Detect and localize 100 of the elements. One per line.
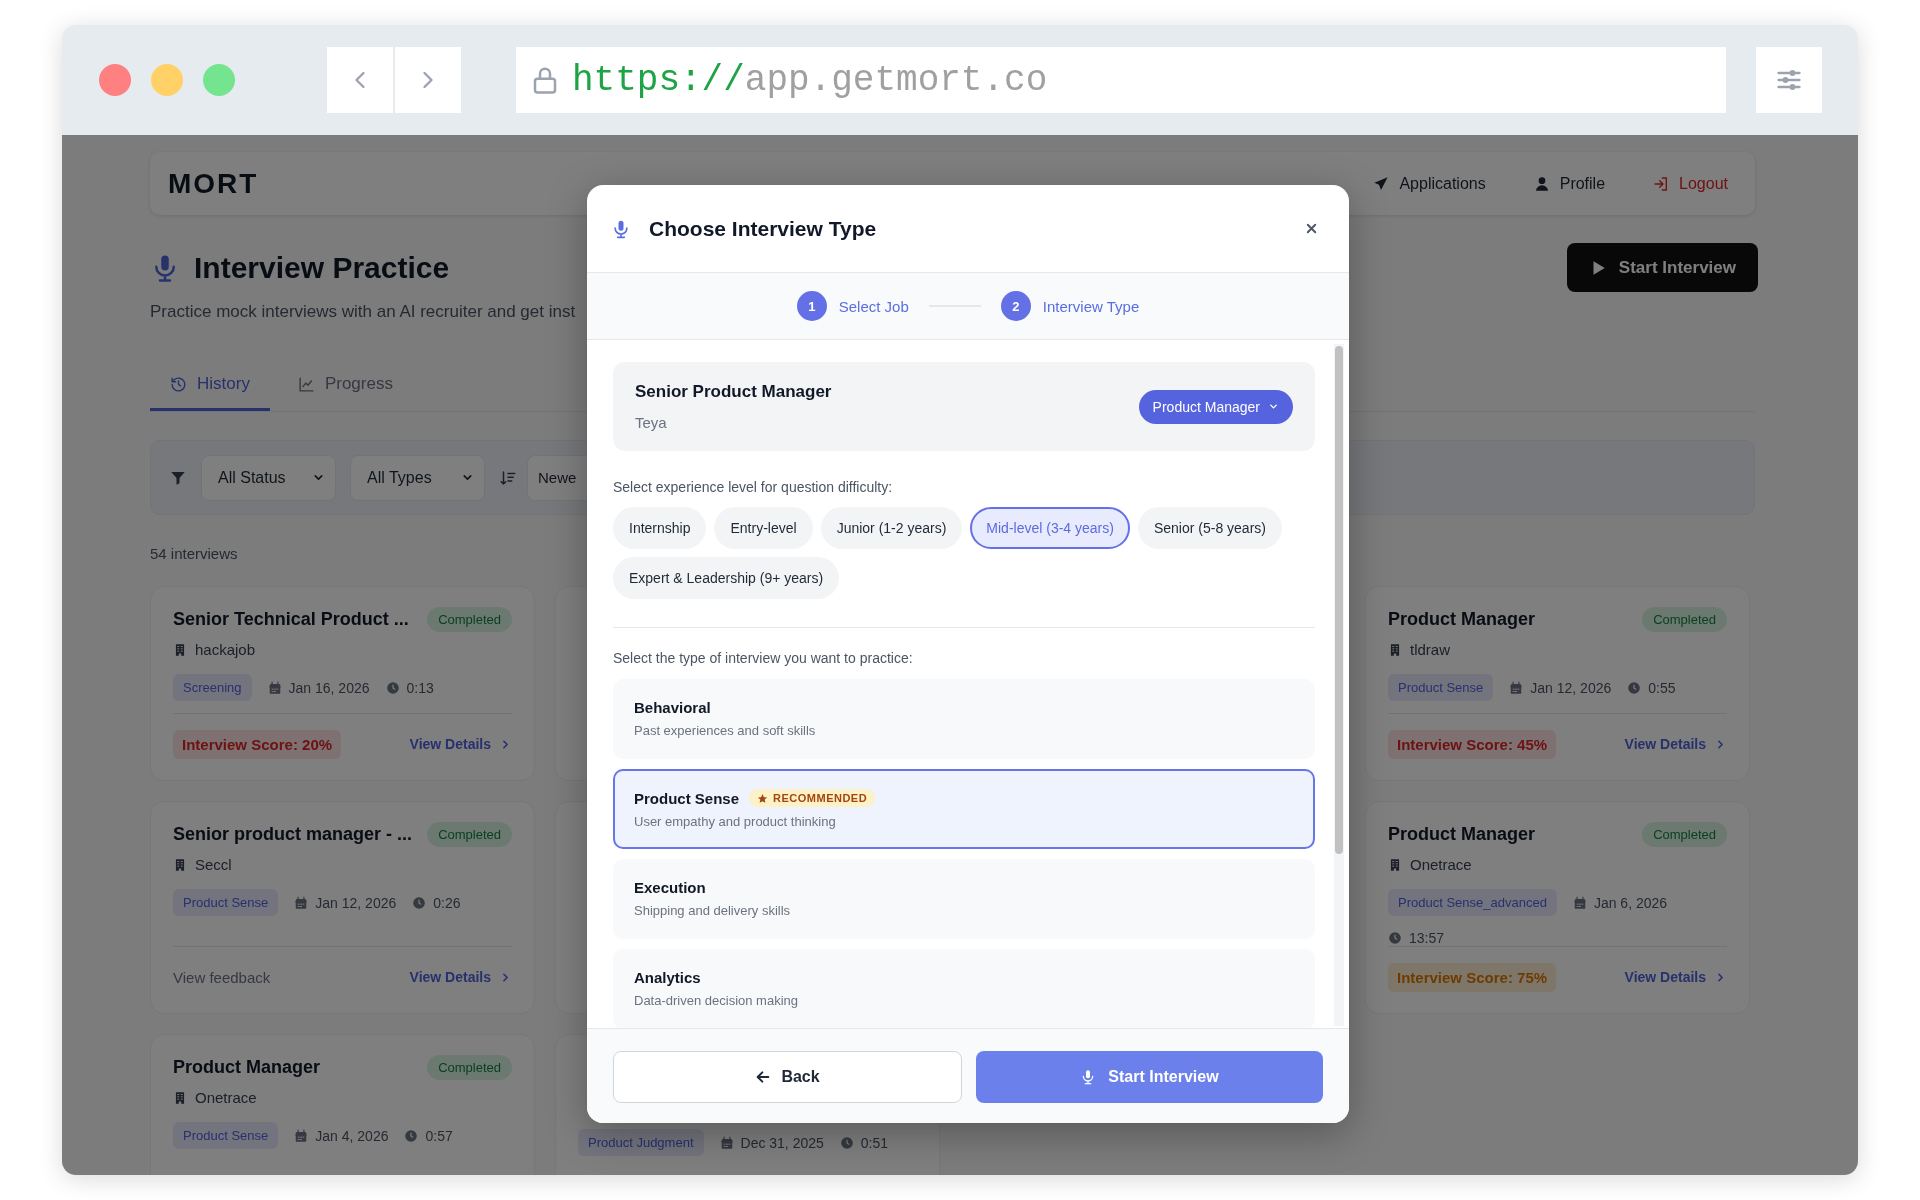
- close-icon: [1304, 221, 1319, 236]
- interview-title: Senior product manager - ...: [173, 824, 413, 845]
- interview-type-option[interactable]: Analytics Data-driven decision making: [613, 949, 1315, 1028]
- calendar-icon: [294, 895, 309, 910]
- clock-icon: [839, 1135, 854, 1150]
- nav-link[interactable]: Profile: [1533, 174, 1606, 193]
- status-badge: Completed: [427, 607, 512, 632]
- status-badge: Completed: [1642, 822, 1727, 847]
- experience-level-chip[interactable]: Senior (5-8 years): [1137, 507, 1282, 549]
- view-details-link[interactable]: View Details: [1624, 969, 1727, 985]
- experience-level-chip[interactable]: Expert & Leadership (9+ years): [613, 557, 840, 599]
- option-description: User empathy and product thinking: [634, 814, 837, 829]
- step-number: 2: [1000, 291, 1031, 321]
- clock-icon: [404, 1128, 419, 1143]
- interview-count: 54 interviews: [150, 545, 239, 562]
- tab[interactable]: History: [150, 360, 270, 411]
- type-select[interactable]: All Types: [350, 454, 485, 501]
- interview-duration: 0:26: [433, 894, 461, 911]
- interview-score: Interview Score: 20%: [173, 729, 342, 759]
- calendar-icon: [719, 1135, 734, 1150]
- building-icon: [1388, 642, 1402, 657]
- settings-button[interactable]: [1756, 47, 1822, 113]
- building-icon: [173, 857, 187, 872]
- company-name: Onetrace: [1410, 856, 1472, 873]
- view-feedback-link[interactable]: View feedback: [173, 968, 271, 986]
- interview-type-tag: Product Sense: [173, 1122, 279, 1149]
- interview-duration: 0:57: [425, 1127, 453, 1144]
- experience-level-chip[interactable]: Entry-level: [714, 507, 813, 549]
- interview-type-tag: Product Sense: [173, 889, 279, 916]
- paper-plane-icon: [1373, 175, 1390, 192]
- option-title: Behavioral: [634, 699, 711, 716]
- company-name: Onetrace: [195, 1089, 257, 1106]
- experience-level-chip[interactable]: Mid-level (3-4 years): [970, 507, 1130, 549]
- status-badge: Completed: [427, 1055, 512, 1080]
- tab[interactable]: Progress: [277, 360, 413, 411]
- company-name: Seccl: [195, 856, 232, 873]
- nav-link[interactable]: Applications: [1373, 174, 1486, 193]
- calendar-icon: [1572, 895, 1587, 910]
- close-window-dot[interactable]: [99, 64, 131, 96]
- option-title: Product Sense: [634, 789, 740, 807]
- maximize-window-dot[interactable]: [203, 64, 235, 96]
- nav-link[interactable]: Logout: [1653, 174, 1728, 193]
- option-title: Execution: [634, 879, 706, 896]
- role-dropdown[interactable]: Product Manager: [1138, 389, 1293, 424]
- interview-duration: 0:51: [860, 1134, 889, 1151]
- option-description: Shipping and delivery skills: [634, 903, 792, 918]
- minimize-window-dot[interactable]: [151, 64, 183, 96]
- option-description: Data-driven decision making: [634, 993, 800, 1008]
- step-number: 1: [796, 291, 827, 321]
- interview-title: Senior Technical Product ...: [173, 609, 409, 630]
- status-select[interactable]: All Status: [201, 454, 336, 501]
- building-icon: [173, 642, 187, 657]
- interview-date: Jan 16, 2026: [288, 679, 370, 696]
- clock-icon: [1388, 931, 1402, 945]
- interview-type-option[interactable]: Execution Shipping and delivery skills: [613, 859, 1315, 939]
- arrow-left-icon: [755, 1069, 772, 1085]
- interview-type-option[interactable]: Product Sense RECOMMENDED User empathy and product thinking: [613, 769, 1315, 849]
- scrollbar-thumb[interactable]: [1335, 346, 1343, 854]
- step-label: Interview Type: [1042, 297, 1140, 315]
- start-interview-button[interactable]: Start Interview: [976, 1051, 1323, 1103]
- interview-date: Dec 31, 2025: [740, 1134, 824, 1151]
- page-subtitle: Practice mock interviews with an AI recruiter and get inst: [150, 302, 576, 322]
- view-details-link[interactable]: View Details: [1624, 736, 1727, 752]
- back-nav-button[interactable]: [327, 47, 393, 113]
- building-icon: [173, 1090, 187, 1105]
- experience-level-chip[interactable]: Junior (1-2 years): [820, 507, 963, 549]
- back-button[interactable]: Back: [613, 1051, 962, 1103]
- view-details-link[interactable]: View Details: [409, 969, 512, 985]
- interview-title: Product Manager: [173, 1057, 321, 1078]
- interview-title: Product Manager: [1388, 609, 1536, 630]
- clock-icon: [412, 895, 427, 910]
- user-icon: [1533, 175, 1550, 192]
- option-description: Past experiences and soft skills: [634, 723, 817, 738]
- calendar-icon: [1509, 680, 1524, 695]
- interview-type-tag: Screening: [173, 674, 252, 701]
- option-title: Analytics: [634, 969, 701, 986]
- chevron-down-icon: [1268, 401, 1279, 412]
- calendar-icon: [267, 680, 282, 695]
- interview-score: Interview Score: 45%: [1388, 729, 1557, 759]
- logout-icon: [1653, 175, 1670, 192]
- building-icon: [1388, 857, 1402, 872]
- clock-icon: [385, 680, 400, 695]
- view-details-link[interactable]: View Details: [409, 736, 512, 752]
- interview-date: Jan 6, 2026: [1593, 894, 1668, 911]
- clock-icon: [1627, 680, 1642, 695]
- job-title: Senior Product Manager: [635, 382, 832, 402]
- interview-date: Jan 12, 2026: [1530, 679, 1612, 696]
- forward-nav-button[interactable]: [395, 47, 461, 113]
- start-interview-button[interactable]: Start Interview: [1566, 243, 1758, 292]
- status-badge: Completed: [1642, 607, 1727, 632]
- dialog-title: Choose Interview Type: [649, 216, 878, 241]
- interview-type-option[interactable]: Behavioral Past experiences and soft skills: [613, 679, 1315, 759]
- star-icon: [757, 792, 769, 804]
- microphone-icon: [611, 218, 631, 239]
- address-bar[interactable]: https://app.getmort.co: [516, 47, 1726, 113]
- interview-duration: 13:57: [1409, 930, 1445, 946]
- experience-level-chip[interactable]: Internship: [613, 507, 707, 549]
- interview-duration: 0:13: [406, 679, 434, 696]
- interview-type-tag: Product Sense_advanced: [1388, 889, 1557, 916]
- logo[interactable]: MORT: [168, 167, 259, 200]
